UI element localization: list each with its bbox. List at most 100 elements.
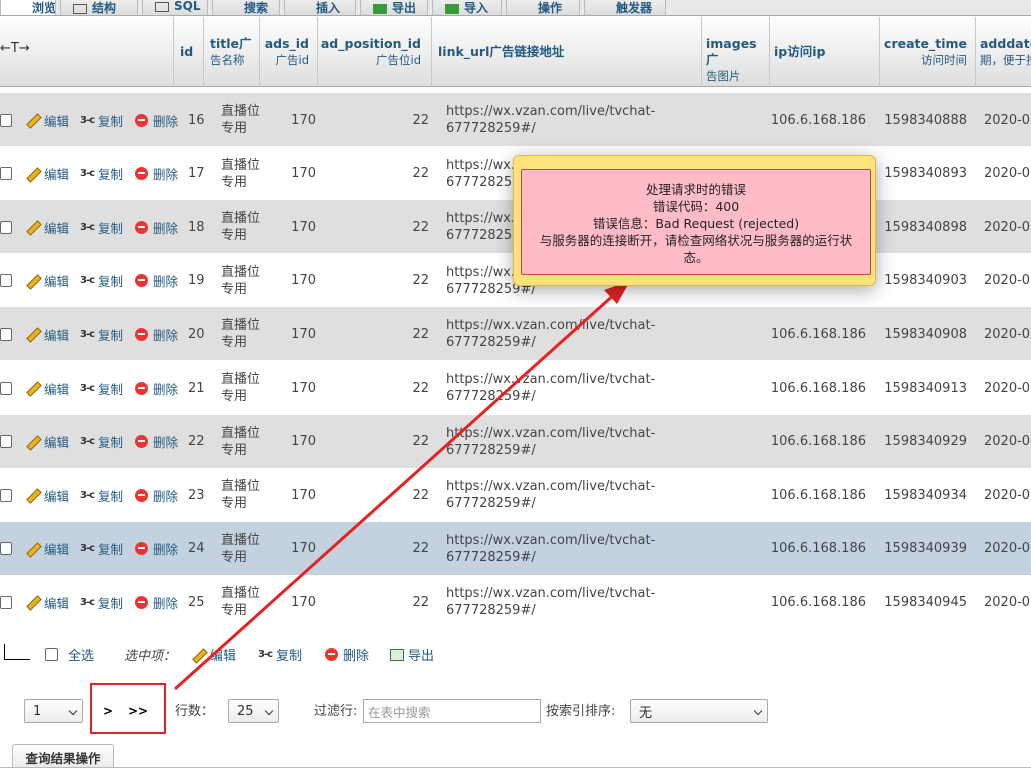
edit-link[interactable]: 编辑 xyxy=(26,200,69,254)
table-row[interactable]: 编辑 3-c 复制 删除 20 直播位 专用 170 22 https://wx.vzan.com… xyxy=(0,307,1031,362)
row-checkbox[interactable] xyxy=(0,274,12,288)
edit-link[interactable]: 编辑 xyxy=(26,522,69,576)
delete-link[interactable]: 删除 xyxy=(135,415,178,469)
copy-icon: 3-c xyxy=(80,168,95,180)
bulk-delete-button[interactable]: 删除 xyxy=(325,645,369,664)
edit-link[interactable]: 编辑 xyxy=(26,147,69,201)
copy-link[interactable]: 3-c 复制 xyxy=(80,147,123,201)
with-selected-label: 选中项： xyxy=(124,649,177,664)
row-checkbox[interactable] xyxy=(0,167,12,181)
table-row[interactable]: 编辑 3-c 复制 删除 16 直播位 专用 170 22 https://wx.vzan.com… xyxy=(0,93,1031,147)
row-checkbox[interactable] xyxy=(0,220,12,234)
cell-create-time: 1598340913 xyxy=(884,380,967,396)
cell-ads-id: 170 xyxy=(291,273,316,289)
edit-link[interactable]: 编辑 xyxy=(26,361,69,415)
copy-link[interactable]: 3-c 复制 xyxy=(80,361,123,415)
tab-browse[interactable]: 浏览 xyxy=(0,0,56,15)
pencil-icon xyxy=(26,381,40,395)
cell-ad-position-id: 22 xyxy=(412,219,429,235)
copy-link[interactable]: 3-c 复制 xyxy=(80,307,123,361)
row-checkbox[interactable] xyxy=(0,381,12,395)
pencil-icon xyxy=(26,274,40,288)
copy-link[interactable]: 3-c 复制 xyxy=(80,415,123,469)
delete-link[interactable]: 删除 xyxy=(135,200,178,254)
cell-link-url: https://wx.vzan.com/live/tvchat- 67772825… xyxy=(446,425,656,458)
tab-sql[interactable]: SQL xyxy=(142,0,208,15)
tab-triggers[interactable]: 触发器 xyxy=(584,0,666,15)
pencil-icon xyxy=(192,648,206,662)
header-ad-position-id[interactable]: ad_position_id 广告位id xyxy=(318,17,432,87)
edit-link[interactable]: 编辑 xyxy=(26,254,69,308)
edit-link[interactable]: 编辑 xyxy=(26,415,69,469)
header-title[interactable]: title广 告名称 xyxy=(204,17,260,87)
rows-per-page-select[interactable]: 25 xyxy=(228,699,279,723)
row-checkbox[interactable] xyxy=(0,327,12,341)
filter-input[interactable]: 在表中搜索 xyxy=(363,699,541,723)
delete-link[interactable]: 删除 xyxy=(135,522,178,576)
header-link-url[interactable]: link_url广告链接地址 xyxy=(432,17,702,87)
header-ads-id[interactable]: ads_id 广告id xyxy=(260,17,318,87)
bulk-export-button[interactable]: 导出 xyxy=(390,645,434,664)
row-checkbox[interactable] xyxy=(0,113,12,127)
bulk-edit-button[interactable]: 编辑 xyxy=(192,645,236,664)
header-images[interactable]: images广 告图片 xyxy=(702,17,770,87)
table-row[interactable]: 编辑 3-c 复制 删除 21 直播位 专用 170 22 https://wx.vzan.com… xyxy=(0,361,1031,415)
edit-link[interactable]: 编辑 xyxy=(26,307,69,361)
page-select[interactable]: 1 xyxy=(24,699,83,723)
select-all[interactable]: 全选 xyxy=(45,645,94,664)
row-checkbox[interactable] xyxy=(0,542,12,556)
header-adddate[interactable]: adddate 期，便于搜 xyxy=(976,17,1031,87)
row-checkbox[interactable] xyxy=(0,595,12,609)
cell-adddate: 2020-08 xyxy=(984,434,1031,450)
table-row[interactable]: 编辑 3-c 复制 删除 24 直播位 专用 170 22 https://wx.vzan.com… xyxy=(0,521,1031,576)
cell-link-url: https://wx.vzan.com/live/tvchat- 67772825… xyxy=(446,318,656,351)
copy-link[interactable]: 3-c 复制 xyxy=(80,468,123,522)
tab-search[interactable]: 搜索 xyxy=(212,0,280,15)
select-all-checkbox[interactable] xyxy=(45,648,58,661)
tab-operations[interactable]: 操作 xyxy=(506,0,580,15)
sort-index-select[interactable]: 无 xyxy=(630,699,768,723)
browse-icon xyxy=(13,4,27,14)
cell-create-time: 1598340903 xyxy=(884,273,967,289)
header-create-time[interactable]: create_time 访问时间 xyxy=(880,17,976,87)
copy-link[interactable]: 3-c 复制 xyxy=(80,575,123,629)
row-checkbox[interactable] xyxy=(0,488,12,502)
delete-link[interactable]: 删除 xyxy=(135,361,178,415)
delete-link[interactable]: 删除 xyxy=(135,254,178,308)
copy-link[interactable]: 3-c 复制 xyxy=(80,522,123,576)
copy-link[interactable]: 3-c 复制 xyxy=(80,200,123,254)
header-ip[interactable]: ip访问ip xyxy=(770,17,880,87)
delete-link[interactable]: 删除 xyxy=(135,575,178,629)
query-result-operations-tab[interactable]: 查询结果操作 xyxy=(12,744,114,768)
cell-ad-position-id: 22 xyxy=(412,541,429,557)
delete-link[interactable]: 删除 xyxy=(135,307,178,361)
delete-link[interactable]: 删除 xyxy=(135,468,178,522)
tab-export[interactable]: 导出 xyxy=(360,0,428,15)
table-row[interactable]: 编辑 3-c 复制 删除 22 直播位 专用 170 22 https://wx.vzan.com… xyxy=(0,414,1031,469)
row-cell-checkbox xyxy=(0,93,12,147)
error-dialog[interactable]: 处理请求时的错误 错误代码：400 错误信息：Bad Request (reje… xyxy=(513,155,876,286)
bulk-copy-button[interactable]: 3-c 复制 xyxy=(258,645,302,664)
row-cell-checkbox xyxy=(0,147,12,201)
column-arrows-icon[interactable]: ←T→ xyxy=(0,41,30,56)
export-icon xyxy=(373,3,387,14)
cell-adddate: 2020-08 xyxy=(984,487,1031,503)
delete-icon xyxy=(135,113,148,127)
copy-link[interactable]: 3-c 复制 xyxy=(80,254,123,308)
tab-structure[interactable]: 结构 xyxy=(60,0,138,15)
edit-link[interactable]: 编辑 xyxy=(26,468,69,522)
table-row[interactable]: 编辑 3-c 复制 删除 25 直播位 专用 170 22 https://wx.vzan.com… xyxy=(0,575,1031,630)
header-id[interactable]: id xyxy=(174,17,204,87)
delete-link[interactable]: 删除 xyxy=(135,93,178,147)
cell-link-url: https://wx.vzan.com/live/tvchat- 67772825… xyxy=(446,532,656,565)
copy-link[interactable]: 3-c 复制 xyxy=(80,93,123,147)
tab-insert[interactable]: 插入 xyxy=(284,0,356,15)
edit-link[interactable]: 编辑 xyxy=(26,575,69,629)
delete-link[interactable]: 删除 xyxy=(135,147,178,201)
table-row[interactable]: 编辑 3-c 复制 删除 23 直播位 专用 170 22 https://wx.vzan.com… xyxy=(0,468,1031,523)
row-checkbox[interactable] xyxy=(0,435,12,449)
cell-adddate: 2020-08 xyxy=(984,219,1031,235)
tab-import[interactable]: 导入 xyxy=(432,0,502,15)
cell-ads-id: 170 xyxy=(291,326,316,342)
edit-link[interactable]: 编辑 xyxy=(26,93,69,147)
